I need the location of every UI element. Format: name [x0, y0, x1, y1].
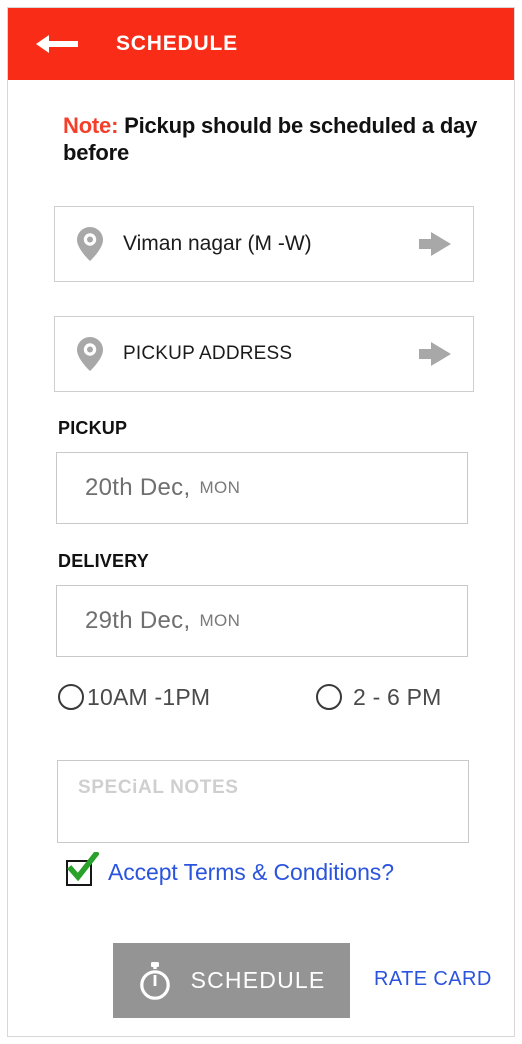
note-label: Note: [63, 113, 119, 138]
schedule-button-label: SCHEDULE [190, 967, 326, 993]
page-title: SCHEDULE [116, 32, 238, 55]
pickup-address-field[interactable]: PICKUP ADDRESS [54, 316, 474, 392]
delivery-section-label: DELIVERY [58, 551, 149, 571]
map-pin-icon [77, 337, 103, 371]
back-arrow-icon[interactable] [36, 31, 78, 57]
time-slot-label: 2 - 6 PM [353, 683, 442, 710]
delivery-date-value: 29th Dec, [85, 607, 191, 634]
special-notes-placeholder: SPECiAL NOTES [78, 777, 239, 798]
area-select-field[interactable]: Viman nagar (M -W) [54, 206, 474, 282]
radio-icon[interactable] [316, 684, 342, 710]
delivery-weekday-value: MON [199, 611, 241, 630]
arrow-right-icon[interactable] [419, 341, 451, 367]
time-slot-option-afternoon[interactable]: 2 - 6 PM [316, 678, 442, 716]
schedule-button[interactable]: SCHEDULE [113, 943, 350, 1018]
time-slot-option-morning[interactable]: 10AM -1PM [58, 678, 210, 716]
radio-icon[interactable] [58, 684, 84, 710]
special-notes-input[interactable]: SPECiAL NOTES [57, 760, 469, 843]
arrow-right-icon[interactable] [419, 231, 451, 257]
app-header: SCHEDULE [8, 8, 514, 80]
area-value: Viman nagar (M -W) [123, 232, 312, 255]
delivery-date-field[interactable]: 29th Dec, MON [56, 585, 468, 657]
terms-checkbox[interactable] [66, 852, 99, 886]
time-slot-label: 10AM -1PM [87, 683, 211, 710]
pickup-address-value: PICKUP ADDRESS [123, 343, 293, 364]
pickup-date-value: 20th Dec, [85, 474, 191, 501]
note-text: Note: Pickup should be scheduled a day b… [63, 112, 483, 166]
pickup-section-label: PICKUP [58, 418, 128, 438]
pickup-date-field[interactable]: 20th Dec, MON [56, 452, 468, 524]
map-pin-icon [77, 227, 103, 261]
schedule-screen: SCHEDULE Note: Pickup should be schedule… [0, 0, 522, 1044]
terms-label[interactable]: Accept Terms & Conditions? [108, 859, 394, 886]
rate-card-link[interactable]: RATE CARD [374, 968, 492, 991]
check-icon [67, 852, 99, 882]
pickup-weekday-value: MON [199, 478, 241, 497]
stopwatch-icon [139, 961, 170, 1000]
time-slot-group: 10AM -1PM 2 - 6 PM [58, 678, 478, 716]
note-body: Pickup should be scheduled a day before [63, 113, 478, 165]
terms-row[interactable]: Accept Terms & Conditions? [66, 852, 394, 886]
